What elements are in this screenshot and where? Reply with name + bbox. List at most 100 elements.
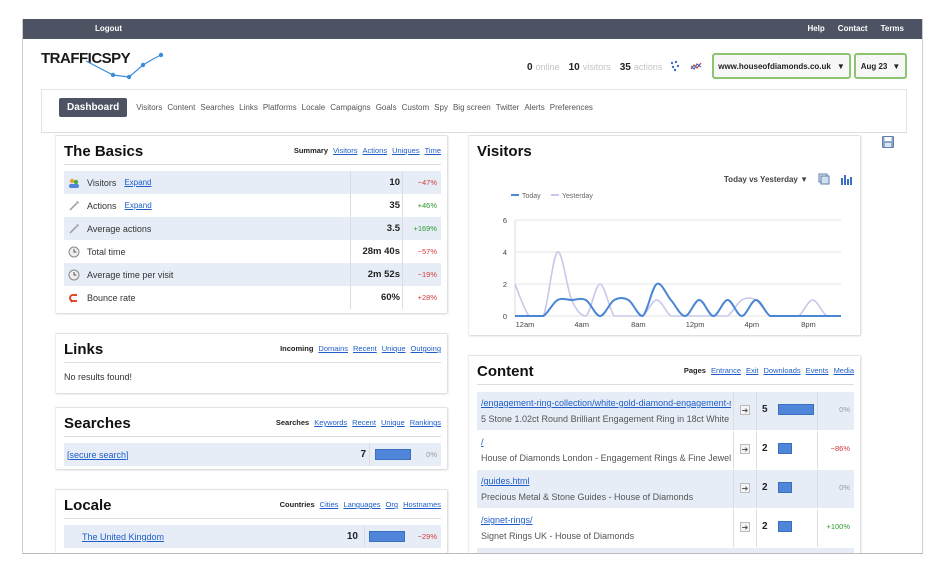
country-share-bar <box>369 531 405 542</box>
open-page-icon[interactable]: ➜ <box>740 444 750 454</box>
grid-dots-icon[interactable] <box>669 60 681 72</box>
locale-panel: Locale Countries Cities Languages Org Ho… <box>55 489 447 553</box>
divider <box>817 431 818 469</box>
x-tick-label: 4pm <box>744 320 759 329</box>
contact-link[interactable]: Contact <box>838 24 868 33</box>
page-url-link[interactable]: /signet-rings/ <box>481 515 731 525</box>
nav-content[interactable]: Content <box>167 103 195 112</box>
divider <box>477 384 854 385</box>
nav-big-screen[interactable]: Big screen <box>453 103 491 112</box>
tab-entrance[interactable]: Entrance <box>711 366 741 375</box>
tab-unique[interactable]: Unique <box>382 344 406 353</box>
tab-searches[interactable]: Searches <box>276 418 309 427</box>
tab-actions[interactable]: Actions <box>362 146 387 155</box>
open-page-icon[interactable]: ➜ <box>740 522 750 532</box>
page-count: 5 <box>762 404 768 415</box>
tab-pages[interactable]: Pages <box>684 366 706 375</box>
tab-rankings[interactable]: Rankings <box>410 418 441 427</box>
tab-countries[interactable]: Countries <box>280 500 315 509</box>
tab-languages[interactable]: Languages <box>343 500 380 509</box>
x-tick-label: 12am <box>516 320 535 329</box>
actions-label: actions <box>633 62 663 72</box>
nav-preferences[interactable]: Preferences <box>550 103 593 112</box>
nav-twitter[interactable]: Twitter <box>496 103 520 112</box>
nav-locale[interactable]: Locale <box>302 103 326 112</box>
trend-lines-icon[interactable] <box>690 60 702 72</box>
country-link[interactable]: The United Kingdom <box>82 532 164 542</box>
divider <box>817 509 818 547</box>
tab-time[interactable]: Time <box>425 146 441 155</box>
divider <box>64 164 441 165</box>
nav-visitors[interactable]: Visitors <box>136 103 162 112</box>
site-selector[interactable]: www.houseofdiamonds.co.uk ▼ <box>712 53 851 79</box>
tab-media[interactable]: Media <box>834 366 854 375</box>
tab-unique[interactable]: Unique <box>381 418 405 427</box>
nav-links[interactable]: Links <box>239 103 258 112</box>
trafficspy-logo[interactable]: TRAFFICSPY <box>41 47 164 87</box>
nav-alerts[interactable]: Alerts <box>524 103 544 112</box>
tab-outgoing[interactable]: Outgoing <box>411 344 441 353</box>
actions-count: 35 <box>619 62 631 73</box>
divider <box>402 286 403 309</box>
tab-uniques[interactable]: Uniques <box>392 146 420 155</box>
help-link[interactable]: Help <box>807 24 824 33</box>
visitors-label: visitors <box>582 62 611 72</box>
tab-domains[interactable]: Domains <box>318 344 348 353</box>
links-panel: Links Incoming Domains Recent Unique Out… <box>55 333 447 393</box>
nav-searches[interactable]: Searches <box>200 103 234 112</box>
nav-spy[interactable]: Spy <box>434 103 448 112</box>
y-tick-label: 6 <box>503 216 507 225</box>
tab-hostnames[interactable]: Hostnames <box>403 500 441 509</box>
stat-change: +46% <box>417 201 437 210</box>
x-tick-label: 8am <box>631 320 646 329</box>
tab-exit[interactable]: Exit <box>746 366 759 375</box>
search-row: [secure search] 7 0% <box>64 443 441 466</box>
online-label: online <box>535 62 560 72</box>
divider <box>817 470 818 508</box>
people-icon <box>68 177 80 189</box>
expand-link[interactable]: Expand <box>124 178 151 187</box>
tab-incoming[interactable]: Incoming <box>280 344 313 353</box>
nav-platforms[interactable]: Platforms <box>263 103 297 112</box>
divider <box>733 392 734 430</box>
search-term-link[interactable]: [secure search] <box>67 450 129 460</box>
page-url-link[interactable]: / <box>481 437 731 447</box>
basics-title: The Basics <box>64 143 144 160</box>
page-url-link[interactable]: /engagement-ring-collection/white-gold-d… <box>481 398 731 408</box>
page-count: 2 <box>762 482 768 493</box>
tab-org[interactable]: Org <box>386 500 399 509</box>
tab-downloads[interactable]: Downloads <box>764 366 801 375</box>
tab-visitors[interactable]: Visitors <box>333 146 357 155</box>
legend-label-today: Today <box>522 193 541 200</box>
basics-tabs: Summary Visitors Actions Uniques Time <box>294 146 441 155</box>
expand-link[interactable]: Expand <box>125 201 152 210</box>
divider <box>817 392 818 430</box>
stat-value: 60% <box>380 292 400 303</box>
nav-custom[interactable]: Custom <box>402 103 430 112</box>
stat-change: −19% <box>417 270 437 279</box>
open-page-icon[interactable]: ➜ <box>740 405 750 415</box>
open-page-icon[interactable]: ➜ <box>740 483 750 493</box>
nav-campaigns[interactable]: Campaigns <box>330 103 370 112</box>
content-row: /signet-rings/ Signet Rings UK - House o… <box>477 509 854 547</box>
content-title: Content <box>477 363 534 380</box>
stat-row-average-actions: Average actions 3.5 +169% <box>64 217 441 240</box>
nav-dashboard[interactable]: Dashboard <box>59 98 128 117</box>
tab-recent[interactable]: Recent <box>353 344 377 353</box>
tab-summary[interactable]: Summary <box>294 146 328 155</box>
stat-change: +28% <box>417 293 437 302</box>
tab-recent[interactable]: Recent <box>352 418 376 427</box>
tab-keywords[interactable]: Keywords <box>314 418 347 427</box>
bounce-icon <box>68 292 80 304</box>
date-selector[interactable]: Aug 23 ▼ <box>854 53 907 79</box>
tab-events[interactable]: Events <box>806 366 829 375</box>
page-url-link[interactable]: /guides.html <box>481 476 731 486</box>
nav-goals[interactable]: Goals <box>376 103 397 112</box>
app-frame: Logout Help Contact Terms TRAFFICSPY 0 o… <box>22 19 923 554</box>
terms-link[interactable]: Terms <box>881 24 904 33</box>
divider <box>350 263 351 286</box>
divider <box>402 194 403 217</box>
tab-cities[interactable]: Cities <box>320 500 339 509</box>
logout-link[interactable]: Logout <box>95 24 122 33</box>
save-icon[interactable] <box>882 136 894 148</box>
